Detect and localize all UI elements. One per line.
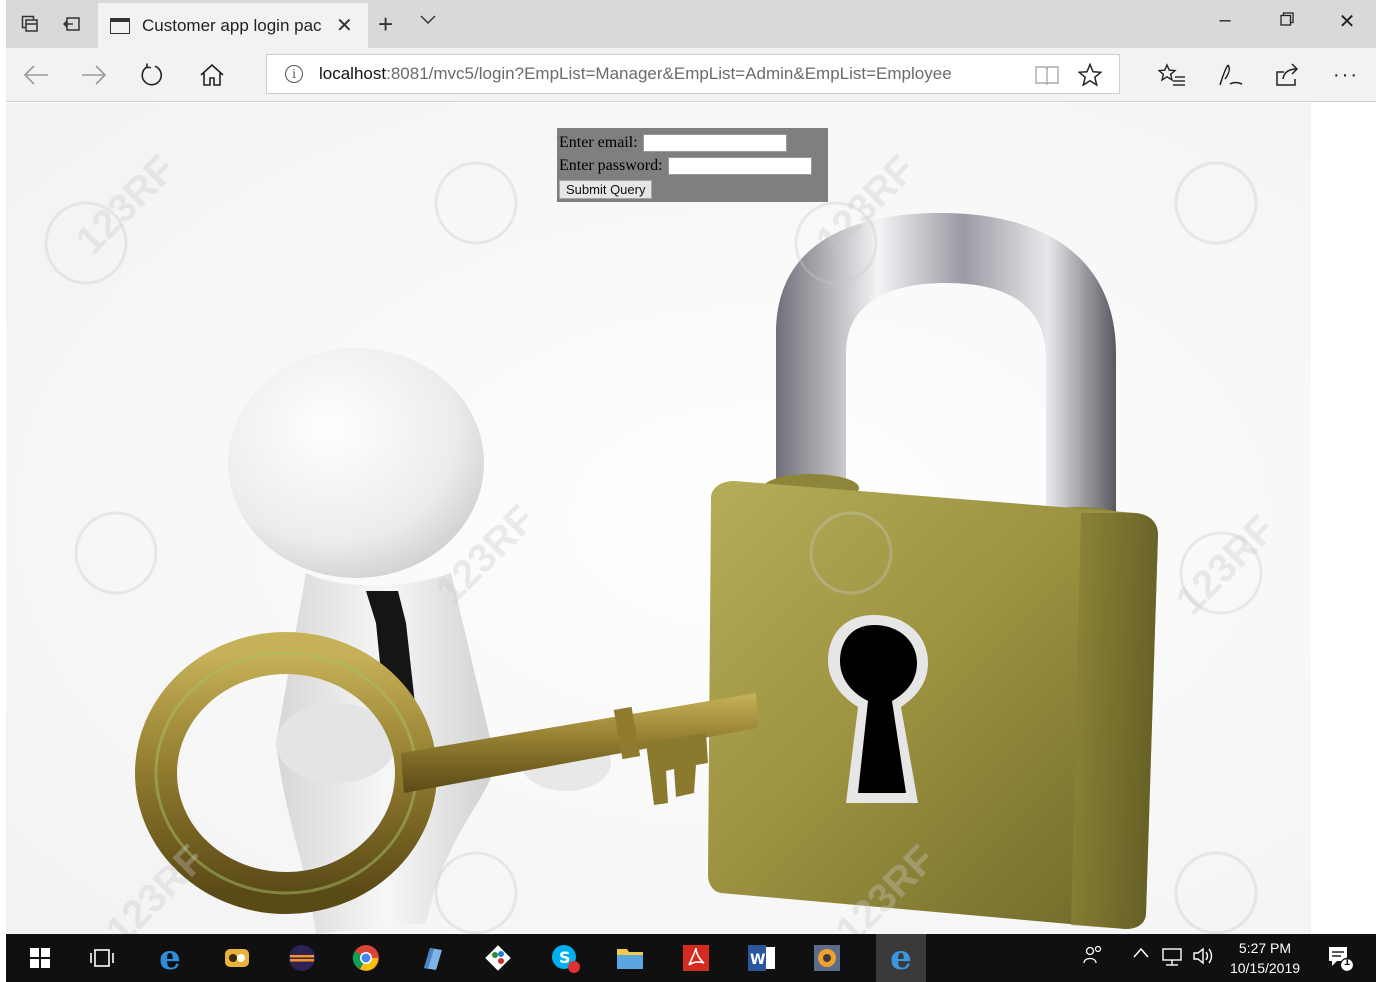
app-icon[interactable] — [416, 942, 448, 974]
svg-text:W: W — [750, 952, 765, 968]
home-icon[interactable] — [196, 60, 228, 90]
url-host: localhost — [319, 64, 387, 83]
login-form: Enter email: Enter password: Submit Quer… — [557, 128, 828, 202]
browser-title-bar: Customer app login pac ✕ + – ✕ — [6, 0, 1376, 48]
action-center-icon[interactable]: 1 — [1326, 944, 1355, 977]
pen-icon[interactable] — [1214, 60, 1246, 90]
tab-actions-icon[interactable] — [16, 10, 44, 38]
clock-time: 5:27 PM — [1238, 940, 1292, 956]
minimize-icon[interactable]: – — [1210, 9, 1240, 32]
file-explorer-icon[interactable] — [614, 942, 646, 974]
word-icon[interactable]: W — [746, 942, 778, 974]
chevron-up-icon[interactable] — [1132, 946, 1150, 965]
browser-tab[interactable]: Customer app login pac ✕ — [98, 3, 368, 48]
email-row: Enter email: — [559, 131, 826, 154]
restore-icon[interactable] — [1272, 9, 1302, 32]
submit-button[interactable]: Submit Query — [559, 180, 653, 199]
tab-title: Customer app login pac — [142, 15, 322, 35]
browser-nav-bar: i localhost:8081/mvc5/login?EmpList=Mana… — [6, 48, 1376, 102]
clock-date: 10/15/2019 — [1229, 960, 1301, 976]
volume-icon[interactable] — [1192, 946, 1216, 971]
padlock-key-illustration — [6, 103, 1376, 934]
favorite-star-icon[interactable] — [1075, 61, 1105, 89]
edge-icon[interactable]: e — [876, 934, 926, 982]
network-icon[interactable] — [1160, 946, 1184, 973]
app-icon[interactable] — [811, 942, 843, 974]
new-tab-icon[interactable]: + — [378, 9, 393, 40]
eclipse-icon[interactable] — [286, 942, 318, 974]
url-path: :8081/mvc5/login?EmpList=Manager&EmpList… — [386, 64, 952, 83]
password-row: Enter password: — [559, 154, 826, 177]
git-icon[interactable] — [482, 942, 514, 974]
people-icon[interactable] — [1082, 944, 1104, 971]
chrome-icon[interactable] — [350, 942, 382, 974]
page-viewport: 123RF 123RF 123RF 123RF 123RF 123RF Ente… — [6, 103, 1376, 934]
acrobat-icon[interactable] — [680, 942, 712, 974]
reading-view-icon[interactable] — [1032, 61, 1062, 89]
task-view-icon[interactable] — [86, 942, 118, 974]
more-icon[interactable]: ··· — [1330, 60, 1362, 90]
app-icon[interactable] — [221, 942, 253, 974]
windows-start-icon[interactable] — [24, 942, 56, 974]
email-label: Enter email: — [559, 133, 638, 151]
tab-back-icon[interactable] — [58, 10, 86, 38]
skype-icon[interactable]: S — [549, 942, 581, 974]
password-field[interactable] — [667, 156, 812, 175]
chevron-down-icon[interactable] — [420, 12, 436, 30]
windows-taskbar: e S W e 5:27 PM 10/15/2019 1 — [6, 934, 1376, 982]
internet-explorer-icon[interactable]: e — [154, 938, 186, 978]
window-close-icon[interactable]: ✕ — [1332, 9, 1362, 34]
forward-arrow-icon[interactable] — [78, 60, 110, 90]
share-icon[interactable] — [1272, 60, 1304, 90]
favorites-list-icon[interactable] — [1156, 60, 1188, 90]
refresh-icon[interactable] — [136, 60, 168, 90]
notification-count: 1 — [1344, 956, 1351, 968]
info-icon[interactable]: i — [285, 65, 303, 83]
password-label: Enter password: — [559, 156, 663, 174]
system-clock[interactable]: 5:27 PM 10/15/2019 — [1220, 938, 1310, 978]
page-icon — [110, 17, 130, 34]
close-icon[interactable]: ✕ — [336, 13, 353, 38]
address-bar[interactable]: i localhost:8081/mvc5/login?EmpList=Mana… — [266, 54, 1120, 94]
back-arrow-icon[interactable] — [20, 60, 52, 90]
email-field[interactable] — [642, 133, 787, 152]
